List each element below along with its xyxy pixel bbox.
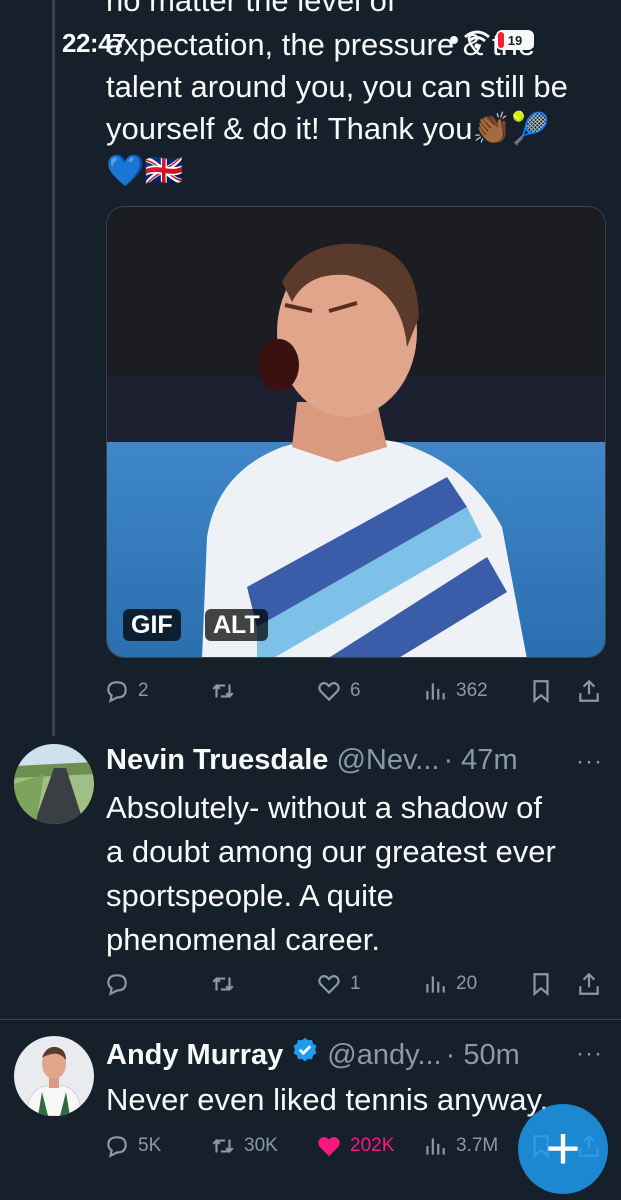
status-time: 22:47 bbox=[62, 28, 127, 58]
like-button[interactable]: 1 bbox=[316, 966, 361, 1002]
verified-badge-icon bbox=[293, 1037, 317, 1062]
bookmark-icon bbox=[533, 973, 549, 997]
repost-button[interactable] bbox=[210, 673, 244, 709]
reply-button[interactable]: 2 bbox=[104, 673, 149, 709]
heart-icon bbox=[318, 682, 340, 702]
tweet-time[interactable]: · 50m bbox=[446, 1039, 520, 1072]
heart-filled-icon bbox=[318, 1137, 340, 1157]
views-icon bbox=[426, 976, 445, 993]
avatar-andy-murray[interactable] bbox=[14, 1036, 94, 1116]
reply-button[interactable] bbox=[104, 966, 138, 1002]
author-name[interactable]: Nevin Truesdale bbox=[106, 744, 328, 777]
share-icon bbox=[579, 972, 599, 995]
tweet-1-actions: 2 6 362 bbox=[104, 673, 614, 709]
tweet-2-text-line: Absolutely- without a shadow of bbox=[106, 790, 542, 825]
views-icon bbox=[426, 683, 445, 700]
tweet-2-text-line: sportspeople. A quite bbox=[106, 878, 394, 913]
like-count: 6 bbox=[350, 680, 361, 701]
tweet-time[interactable]: · 47m bbox=[443, 744, 517, 777]
views-count: 20 bbox=[456, 973, 478, 994]
tweet-1-gif-media[interactable]: GIF ALT bbox=[106, 206, 606, 658]
like-button[interactable]: 6 bbox=[316, 673, 361, 709]
bookmark-button[interactable] bbox=[528, 966, 554, 1002]
tweet-1-text-line: 💙🇬🇧 bbox=[106, 153, 184, 188]
reply-count: 5K bbox=[138, 1135, 162, 1156]
bookmark-button[interactable] bbox=[528, 673, 554, 709]
tweet-1-text-line: talent around you, you can still be bbox=[106, 69, 568, 104]
reply-button[interactable]: 5K bbox=[104, 1128, 161, 1164]
repost-icon bbox=[212, 977, 234, 991]
share-button[interactable] bbox=[576, 966, 602, 1002]
author-name[interactable]: Andy Murray bbox=[106, 1039, 283, 1072]
more-options-button[interactable]: ··· bbox=[576, 1040, 603, 1068]
tweet-2-header: Nevin Truesdale @Nev... · 47m bbox=[106, 744, 606, 777]
like-button[interactable]: 202K bbox=[316, 1128, 394, 1164]
tweet-2-text-line: phenomenal career. bbox=[106, 922, 381, 957]
views-button[interactable]: 362 bbox=[422, 673, 488, 709]
reply-icon bbox=[107, 681, 127, 703]
bookmark-icon bbox=[533, 680, 549, 704]
repost-icon bbox=[212, 684, 234, 698]
more-options-button[interactable]: ··· bbox=[576, 748, 603, 776]
tweet-1-text: no matter the level of expectation, the … bbox=[106, 0, 611, 192]
wifi-icon bbox=[464, 30, 490, 49]
tweet-3-header: Andy Murray @andy... · 50m bbox=[106, 1036, 606, 1072]
views-count: 362 bbox=[456, 680, 488, 701]
tweet-2-text: Absolutely- without a shadow of a doubt … bbox=[106, 786, 606, 962]
author-handle[interactable]: @Nev... bbox=[336, 744, 439, 777]
status-icons: 19 bbox=[450, 30, 534, 50]
signal-icon bbox=[450, 36, 458, 44]
like-count: 202K bbox=[350, 1135, 395, 1156]
tweet-1-text-line: no matter the level of bbox=[106, 0, 396, 18]
compose-post-button[interactable]: + bbox=[518, 1104, 608, 1194]
views-button[interactable]: 3.7M bbox=[422, 1128, 498, 1164]
heart-icon bbox=[318, 975, 340, 995]
thread-connector-line bbox=[52, 0, 55, 736]
share-button[interactable] bbox=[576, 673, 602, 709]
tweet-2-actions: 1 20 bbox=[104, 966, 614, 1002]
reply-count: 2 bbox=[138, 680, 149, 701]
repost-button[interactable] bbox=[210, 966, 244, 1002]
gif-image bbox=[107, 207, 605, 657]
author-handle[interactable]: @andy... bbox=[327, 1039, 441, 1072]
share-icon bbox=[579, 679, 599, 702]
views-button[interactable]: 20 bbox=[422, 966, 477, 1002]
repost-count: 30K bbox=[244, 1135, 278, 1156]
gif-badge: GIF bbox=[123, 609, 181, 641]
reply-icon bbox=[107, 974, 127, 996]
avatar-nevin-truesdale[interactable] bbox=[14, 744, 94, 824]
repost-button[interactable]: 30K bbox=[210, 1128, 278, 1164]
tweet-1-text-line: expectation, the pressure & the bbox=[106, 27, 536, 62]
tweet-1-text-line: yourself & do it! Thank you👏🏾🎾 bbox=[106, 111, 550, 146]
tweet-divider bbox=[0, 1019, 621, 1020]
views-count: 3.7M bbox=[456, 1135, 499, 1156]
alt-text-button[interactable]: ALT bbox=[205, 609, 268, 641]
battery-icon: 19 bbox=[496, 30, 534, 50]
views-icon bbox=[426, 1138, 445, 1155]
like-count: 1 bbox=[350, 973, 361, 994]
battery-level: 19 bbox=[507, 32, 523, 48]
tweet-2-text-line: a doubt among our greatest ever bbox=[106, 834, 556, 869]
repost-icon bbox=[212, 1139, 234, 1153]
reply-icon bbox=[107, 1136, 127, 1158]
